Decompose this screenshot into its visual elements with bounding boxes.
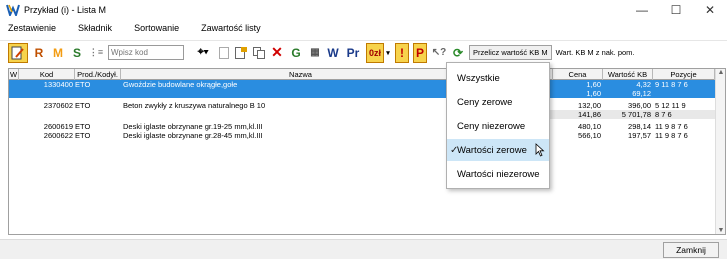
delete-icon[interactable]: ✕ bbox=[270, 43, 284, 63]
close-button[interactable]: Zamknij bbox=[663, 242, 719, 258]
cell-cena: 141,86 bbox=[578, 110, 601, 119]
cell-kod: 2370602 bbox=[43, 101, 73, 110]
table-row[interactable]: 2600622 ETO Deski iglaste obrzynane gr.2… bbox=[9, 131, 725, 140]
m-button[interactable]: M bbox=[50, 43, 66, 63]
col-header-w[interactable]: W bbox=[9, 69, 19, 80]
przelicz-button[interactable]: Przelicz wartość KB M bbox=[469, 45, 552, 60]
blank-page-icon[interactable] bbox=[218, 43, 230, 63]
cell-nazwa: Gwoździe budowlane okrągłe,gołe bbox=[123, 80, 238, 89]
mouse-cursor-icon bbox=[535, 143, 545, 160]
cell-prod: ETO bbox=[75, 122, 91, 131]
dropdown-item-wartosci-niezerowe[interactable]: Wartości niezerowe bbox=[447, 163, 549, 185]
p-button[interactable]: P bbox=[413, 42, 427, 63]
dropdown-item-ceny-niezerowe[interactable]: Ceny niezerowe bbox=[447, 115, 549, 137]
menu-zestawienie[interactable]: Zestawienie bbox=[8, 23, 56, 33]
cell-cena: 1,60 bbox=[586, 80, 601, 89]
calculator-icon[interactable]: ▦ bbox=[308, 43, 322, 63]
maximize-button[interactable]: ☐ bbox=[659, 0, 693, 20]
cell-wartosc: 197,57 bbox=[628, 131, 651, 140]
copy-icon[interactable] bbox=[252, 43, 266, 63]
scroll-up-icon[interactable]: ▲ bbox=[716, 69, 725, 76]
col-header-prod[interactable]: Prod./Kodył. bbox=[75, 69, 121, 80]
cell-kod: 1330400 bbox=[43, 80, 73, 89]
scroll-down-icon[interactable]: ▼ bbox=[716, 227, 725, 234]
dropdown-item-label: Wartości zerowe bbox=[457, 144, 527, 156]
edit-icon[interactable] bbox=[8, 42, 28, 63]
help-cursor-icon[interactable]: ↖? bbox=[431, 43, 447, 63]
cell-wartosc: 5 701,78 bbox=[621, 110, 651, 119]
cell-wartosc: 298,14 bbox=[628, 122, 651, 131]
cell-pozycje: 9 11 8 7 6 bbox=[655, 80, 688, 89]
col-header-nazwa[interactable]: Nazwa bbox=[121, 69, 481, 80]
col-header-cena[interactable]: Cena bbox=[553, 69, 603, 80]
exclamation-button[interactable]: ! bbox=[395, 42, 409, 63]
table-row[interactable]: 2370602 ETO Beton zwykły z kruszywa natu… bbox=[9, 101, 725, 110]
toolbar: R M S ⋮≡ ⌖▾ ✕ G ▦ W Pr 0zł ▾ ! P ↖? ⟳ Pr… bbox=[0, 40, 727, 64]
g-button[interactable]: G bbox=[288, 43, 304, 63]
col-header-pozycje[interactable]: Pozycje bbox=[653, 69, 715, 80]
cell-nazwa: Deski iglaste obrzynane gr.19-25 mm,kl.I… bbox=[123, 122, 263, 131]
window-title: Przykład (i) - Lista M bbox=[24, 5, 107, 15]
binoculars-icon[interactable]: ⌖▾ bbox=[192, 43, 214, 63]
table-row[interactable]: 2600619 ETO Deski iglaste obrzynane gr.1… bbox=[9, 122, 725, 131]
s-button[interactable]: S bbox=[70, 43, 84, 63]
cell-pozycje: 11 9 8 7 6 bbox=[655, 122, 688, 131]
menu-zawartosc-listy[interactable]: Zawartość listy bbox=[201, 23, 261, 33]
cell-cena: 480,10 bbox=[578, 122, 601, 131]
w-button[interactable]: W bbox=[326, 43, 340, 63]
edit-page-icon[interactable] bbox=[234, 43, 248, 63]
dropdown-item-label: Ceny niezerowe bbox=[457, 120, 526, 132]
vertical-scrollbar[interactable]: ▲ ▼ bbox=[715, 69, 725, 234]
refresh-icon[interactable]: ⟳ bbox=[451, 43, 465, 63]
title-bar: Przykład (i) - Lista M — ☐ ✕ bbox=[0, 0, 727, 20]
dropdown-item-ceny-zerowe[interactable]: Ceny zerowe bbox=[447, 91, 549, 113]
cell-pozycje: 11 9 8 7 6 bbox=[655, 131, 688, 140]
filter-dropdown-menu: Wszystkie Ceny zerowe Ceny niezerowe ✓ W… bbox=[446, 62, 550, 189]
cell-prod: ETO bbox=[75, 131, 91, 140]
column-icon[interactable]: ⋮≡ bbox=[88, 43, 104, 63]
cell-wartosc: 69,12 bbox=[632, 89, 651, 98]
cell-kod: 2600619 bbox=[43, 122, 73, 131]
chevron-down-icon[interactable]: ▾ bbox=[385, 43, 391, 63]
cell-wartosc: 396,00 bbox=[628, 101, 651, 110]
close-window-button[interactable]: ✕ bbox=[693, 0, 727, 20]
cell-kod: 2600622 bbox=[43, 131, 73, 140]
cell-prod: ETO bbox=[75, 101, 91, 110]
cell-nazwa: Deski iglaste obrzynane gr.28-45 mm,kl.I… bbox=[123, 131, 263, 140]
dropdown-item-wartosci-zerowe[interactable]: ✓ Wartości zerowe bbox=[447, 139, 549, 161]
status-bar: Zamknij bbox=[0, 239, 727, 259]
col-header-kod[interactable]: Kod bbox=[19, 69, 75, 80]
data-grid: W Kod Prod./Kodył. Nazwa upa Cena Wartoś… bbox=[8, 68, 726, 235]
cell-pozycje: 5 12 11 9 bbox=[655, 101, 686, 110]
zero-value-button[interactable]: 0zł bbox=[366, 42, 384, 63]
cell-cena: 1,60 bbox=[586, 89, 601, 98]
r-button[interactable]: R bbox=[32, 43, 46, 63]
check-icon: ✓ bbox=[450, 144, 459, 156]
cell-prod: ETO bbox=[75, 80, 91, 89]
pr-button[interactable]: Pr bbox=[344, 43, 362, 63]
menu-sortowanie[interactable]: Sortowanie bbox=[134, 23, 179, 33]
grid-header: W Kod Prod./Kodył. Nazwa upa Cena Wartoś… bbox=[9, 69, 725, 80]
cell-cena: 566,10 bbox=[578, 131, 601, 140]
cell-wartosc: 4,32 bbox=[636, 80, 651, 89]
dropdown-item-label: Ceny zerowe bbox=[457, 96, 513, 108]
col-header-wartosc[interactable]: Wartość KB bbox=[603, 69, 653, 80]
cell-pozycje: 8 7 6 bbox=[655, 110, 672, 119]
app-icon bbox=[6, 4, 20, 16]
menu-skladnik[interactable]: Składnik bbox=[78, 23, 112, 33]
menu-bar: Zestawienie Składnik Sortowanie Zawartoś… bbox=[0, 20, 727, 36]
cell-nazwa: Beton zwykły z kruszywa naturalnego B 10 bbox=[123, 101, 266, 110]
minimize-button[interactable]: — bbox=[625, 0, 659, 20]
table-row[interactable]: MI 1,60 69,12 bbox=[9, 89, 725, 98]
dropdown-item-label: Wszystkie bbox=[457, 72, 500, 84]
cell-cena: 132,00 bbox=[578, 101, 601, 110]
search-input[interactable] bbox=[108, 45, 184, 60]
table-row[interactable]: 1330400 ETO Gwoździe budowlane okrągłe,g… bbox=[9, 80, 725, 89]
wart-kb-label: Wart. KB M z nak. pom. bbox=[555, 48, 635, 57]
dropdown-item-label: Wartości niezerowe bbox=[457, 168, 540, 180]
dropdown-item-wszystkie[interactable]: Wszystkie bbox=[447, 67, 549, 89]
